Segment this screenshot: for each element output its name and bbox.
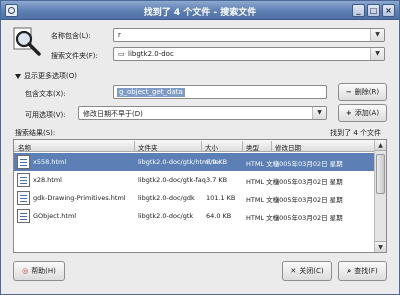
name-contains-label: 名称包含(L): (51, 32, 91, 40)
html-file-icon (17, 155, 30, 169)
more-options-expander[interactable]: 显示更多选项(O) (15, 71, 77, 81)
file-size: 3.7 KB (206, 176, 228, 184)
close-icon: ✕ (290, 267, 297, 275)
html-file-icon (17, 173, 30, 187)
vertical-scrollbar[interactable]: ▲ ▼ (374, 140, 386, 252)
table-row[interactable]: x28.html libgtk2.0-doc/gtk-faq 3.7 KB HT… (14, 171, 375, 189)
help-lifebuoy-icon: ◎ (22, 267, 29, 275)
contains-text-label: 包含文本(X): (25, 90, 66, 98)
table-row[interactable]: x558.html libgtk2.0-doc/gtk/html/ta 8.9 … (14, 153, 375, 171)
more-options-label: 显示更多选项(O) (24, 72, 77, 80)
remove-option-label: 删除(R) (354, 88, 380, 96)
help-button-label: 帮助(H) (31, 267, 56, 275)
window-title: 找到了 4 个文件 - 搜索文件 (143, 8, 257, 18)
results-header: 名称 文件夹 大小 类型 修改日期 (14, 140, 375, 152)
html-file-icon (17, 191, 30, 205)
search-folder-value: libgtk2.0-doc (128, 50, 174, 58)
file-folder: libgtk2.0-doc/gdk (138, 194, 195, 202)
contains-text-input[interactable]: g_object_get_data (113, 85, 327, 99)
add-option-button[interactable]: + 添加(A) (338, 104, 387, 122)
file-size: 64.0 KB (206, 212, 232, 220)
close-button-label: 关闭(C) (299, 267, 324, 275)
column-separator[interactable] (271, 141, 272, 151)
help-button[interactable]: ◎ 帮助(H) (13, 261, 65, 281)
available-options-value: 修改日期不早于(D) (83, 110, 143, 118)
remove-option-button[interactable]: − 删除(R) (338, 83, 387, 101)
file-size: 8.9 KB (206, 158, 228, 166)
column-separator[interactable] (134, 141, 135, 151)
search-folder-label: 搜索文件夹(F): (51, 52, 98, 60)
magnifier-icon (13, 27, 41, 56)
scrollbar-thumb[interactable] (376, 154, 385, 194)
close-window-button[interactable]: × (382, 4, 395, 17)
search-files-window: 找到了 4 个文件 - 搜索文件 _ □ × 名称包含(L): r ▼ 搜索文件… (0, 0, 400, 295)
find-button-label: 查找(F) (354, 267, 378, 275)
file-folder: libgtk2.0-doc/gtk-faq (138, 176, 206, 184)
contains-text-value: g_object_get_data (117, 88, 185, 97)
column-header-type[interactable]: 类型 (246, 142, 259, 152)
maximize-button[interactable]: □ (367, 4, 380, 17)
expander-triangle-icon (15, 73, 21, 79)
find-button[interactable]: ⌕ 查找(F) (338, 261, 387, 281)
name-contains-combo[interactable]: r ▼ (113, 28, 385, 42)
chevron-down-icon[interactable]: ▼ (370, 48, 384, 60)
search-app-icon (5, 4, 18, 17)
results-list[interactable]: 名称 文件夹 大小 类型 修改日期 x558.html libgtk2.0-do… (13, 139, 387, 253)
file-name: x558.html (33, 158, 67, 166)
column-header-size[interactable]: 大小 (205, 142, 218, 152)
column-separator[interactable] (242, 141, 243, 151)
file-name: gdk-Drawing-Primitives.html (33, 194, 126, 202)
title-bar[interactable]: 找到了 4 个文件 - 搜索文件 _ □ × (1, 1, 399, 20)
table-row[interactable]: gdk-Drawing-Primitives.html libgtk2.0-do… (14, 189, 375, 207)
file-date: 2005年03月02日 星期 (275, 178, 343, 186)
available-options-combo[interactable]: 修改日期不早于(D) ▼ (78, 106, 327, 120)
file-folder: libgtk2.0-doc/gtk (138, 212, 194, 220)
close-button[interactable]: ✕ 关闭(C) (282, 261, 332, 281)
folder-icon: ▭ (118, 50, 125, 58)
minimize-button[interactable]: _ (352, 4, 365, 17)
search-folder-combo[interactable]: ▭ libgtk2.0-doc ▼ (113, 47, 385, 61)
file-date: 2005年03月02日 星期 (275, 214, 343, 222)
available-options-label: 可用选项(V): (25, 111, 66, 119)
column-separator[interactable] (201, 141, 202, 151)
html-file-icon (17, 209, 30, 223)
results-count: 找到了 4 个文件 (330, 129, 381, 137)
table-row[interactable]: GObject.html libgtk2.0-doc/gtk 64.0 KB H… (14, 207, 375, 225)
scroll-down-arrow-icon[interactable]: ▼ (375, 241, 386, 252)
file-date: 2005年03月02日 星期 (275, 196, 343, 204)
column-header-name[interactable]: 名称 (18, 142, 31, 152)
file-date: 2005年03月02日 星期 (275, 160, 343, 168)
add-option-label: 添加(A) (354, 109, 380, 117)
chevron-down-icon[interactable]: ▼ (312, 107, 326, 119)
search-results-label: 搜索结果(S): (15, 129, 56, 137)
column-header-date[interactable]: 修改日期 (275, 142, 301, 152)
column-header-folder[interactable]: 文件夹 (138, 142, 158, 152)
plus-icon: + (345, 109, 352, 117)
file-name: x28.html (33, 176, 62, 184)
search-icon: ⌕ (347, 267, 352, 275)
name-contains-value: r (118, 31, 121, 39)
file-size: 101.1 KB (206, 194, 236, 202)
chevron-down-icon[interactable]: ▼ (370, 29, 384, 41)
scroll-up-arrow-icon[interactable]: ▲ (375, 140, 386, 151)
minus-icon: − (345, 88, 352, 96)
file-name: GObject.html (33, 212, 77, 220)
